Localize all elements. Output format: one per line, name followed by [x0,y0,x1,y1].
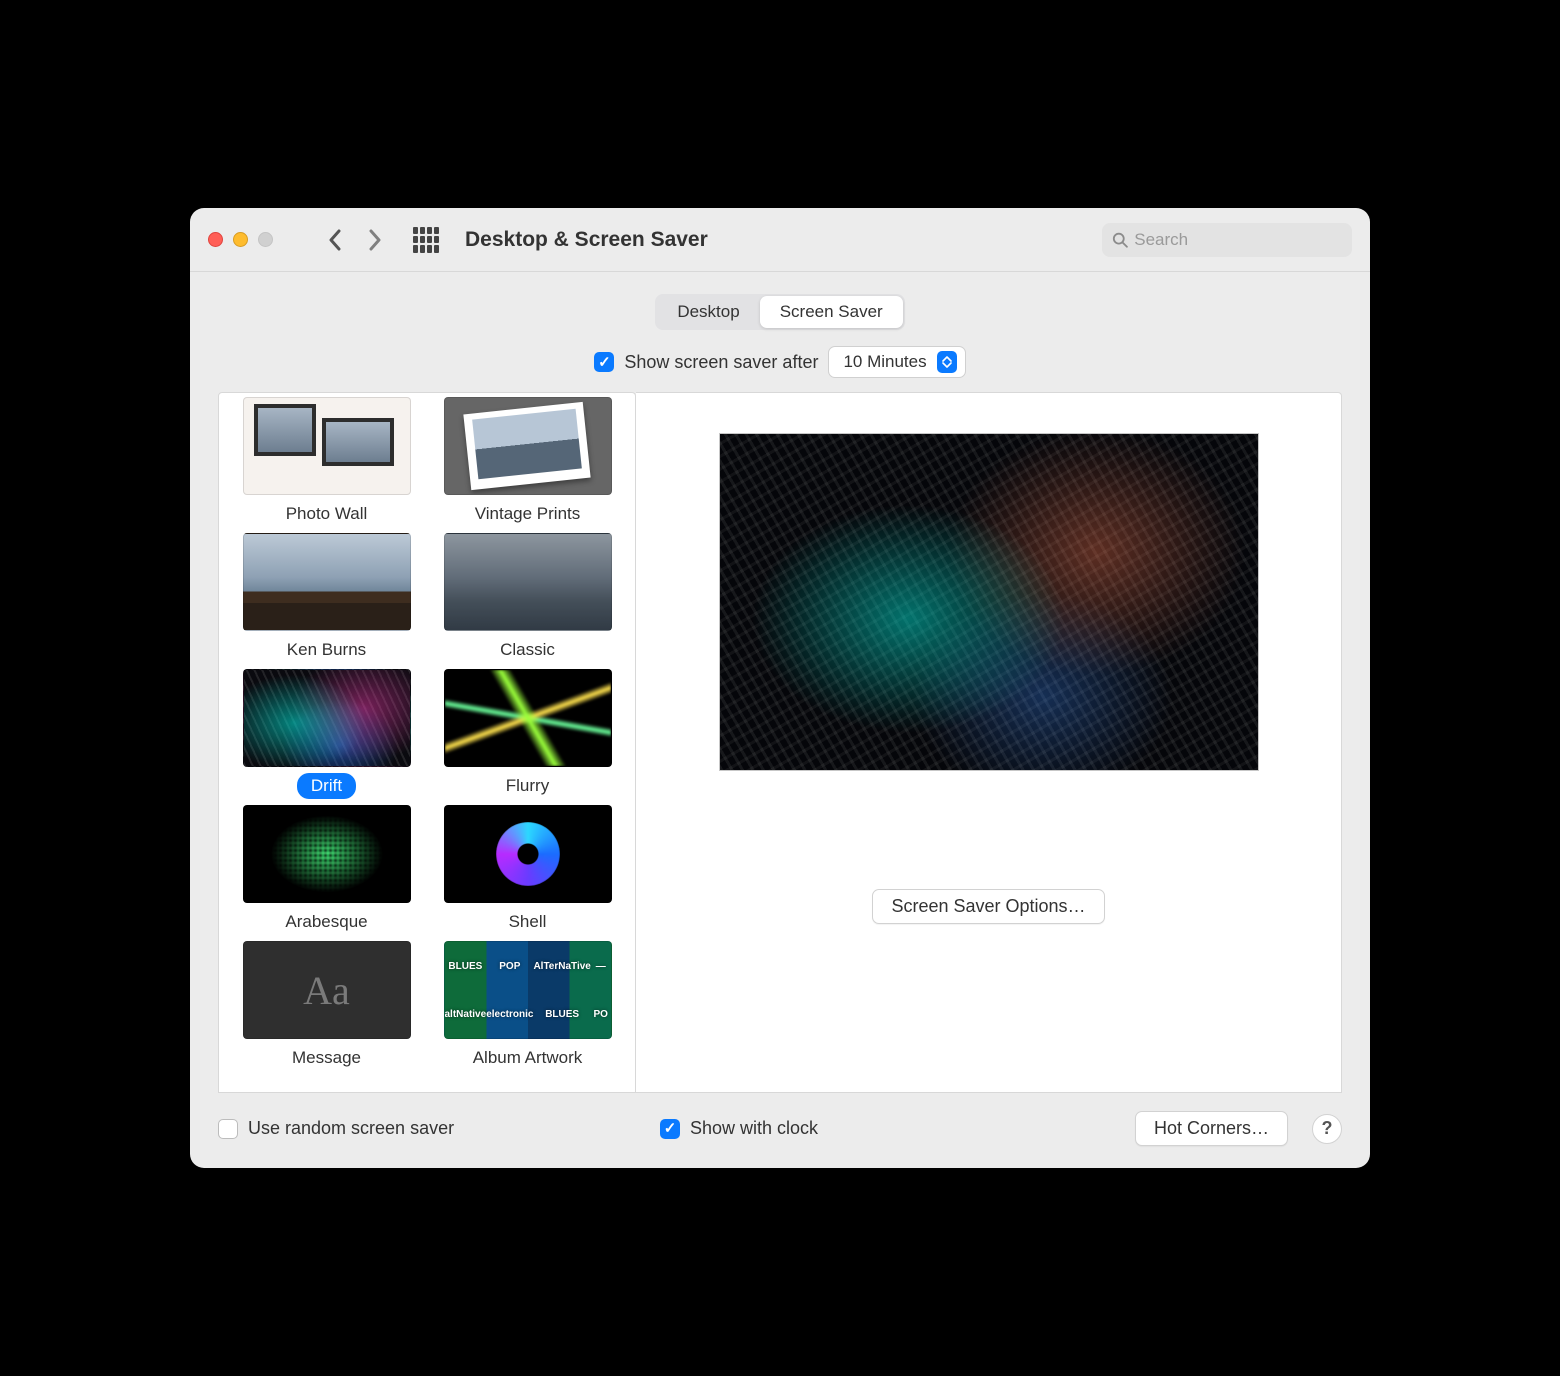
screen-saver-thumb: BLUESPOPAlTerNaTive—altNativeelectronicB… [444,941,612,1039]
tab-row: Desktop Screen Saver [190,272,1370,342]
tab-desktop[interactable]: Desktop [657,296,759,328]
search-field[interactable] [1102,223,1352,257]
screen-saver-thumb [243,805,411,903]
screen-saver-label: Drift [297,773,356,799]
window-controls [208,232,273,247]
screen-saver-options-button[interactable]: Screen Saver Options… [872,889,1104,924]
preferences-window: Desktop & Screen Saver Desktop Screen Sa… [190,208,1370,1168]
window-title: Desktop & Screen Saver [465,228,708,252]
content-area: Photo Wall Vintage Prints Ken Burns Classic… [190,392,1370,1093]
random-checkbox[interactable] [218,1119,238,1139]
minimize-icon[interactable] [233,232,248,247]
nav-buttons [315,226,395,254]
screen-saver-thumb [243,669,411,767]
screen-saver-thumb [444,397,612,495]
screen-saver-item-vintage-prints[interactable]: Vintage Prints [436,397,619,527]
tab-screen-saver[interactable]: Screen Saver [760,296,903,328]
chevron-left-icon [328,229,342,251]
screen-saver-label: Arabesque [271,909,381,935]
screen-saver-label: Ken Burns [273,637,380,663]
screen-saver-item-drift[interactable]: Drift [235,669,418,799]
search-input[interactable] [1134,230,1342,250]
show-after-checkbox[interactable] [594,352,614,372]
help-button[interactable]: ? [1312,1114,1342,1144]
screen-saver-label: Classic [486,637,569,663]
show-after-row: Show screen saver after 10 Minutes [190,342,1370,392]
screen-saver-thumb: Aa [243,941,411,1039]
screen-saver-label: Message [278,1045,375,1071]
screen-saver-list[interactable]: Photo Wall Vintage Prints Ken Burns Classic… [218,392,636,1093]
random-label: Use random screen saver [248,1118,454,1139]
preview-panel: Screen Saver Options… [636,392,1342,1093]
screen-saver-item-classic[interactable]: Classic [436,533,619,663]
show-all-icon[interactable] [413,227,439,253]
preview-image [719,433,1259,771]
screen-saver-item-album-artwork[interactable]: BLUESPOPAlTerNaTive—altNativeelectronicB… [436,941,619,1071]
hot-corners-button[interactable]: Hot Corners… [1135,1111,1288,1146]
zoom-icon [258,232,273,247]
show-after-label: Show screen saver after [624,352,818,373]
screen-saver-thumb [243,397,411,495]
screen-saver-label: Photo Wall [272,501,382,527]
screen-saver-thumb [444,805,612,903]
search-icon [1112,231,1128,249]
screen-saver-item-ken-burns[interactable]: Ken Burns [235,533,418,663]
screen-saver-label: Vintage Prints [461,501,595,527]
screen-saver-item-flurry[interactable]: Flurry [436,669,619,799]
toolbar: Desktop & Screen Saver [190,208,1370,272]
tab-segmented-control: Desktop Screen Saver [655,294,904,330]
screen-saver-label: Flurry [492,773,563,799]
chevron-right-icon [368,229,382,251]
screen-saver-label: Album Artwork [459,1045,597,1071]
screen-saver-item-message[interactable]: Aa Message [235,941,418,1071]
clock-label: Show with clock [690,1118,818,1139]
screen-saver-item-shell[interactable]: Shell [436,805,619,935]
close-icon[interactable] [208,232,223,247]
screen-saver-label: Shell [495,909,561,935]
popup-arrows-icon [937,351,957,373]
screen-saver-thumb [243,533,411,631]
show-after-popup[interactable]: 10 Minutes [828,346,965,378]
footer-bar: Use random screen saver Show with clock … [190,1093,1370,1168]
back-button[interactable] [315,226,355,254]
show-after-value: 10 Minutes [843,352,926,372]
screen-saver-thumb [444,669,612,767]
clock-checkbox[interactable] [660,1119,680,1139]
screen-saver-thumb [444,533,612,631]
screen-saver-item-arabesque[interactable]: Arabesque [235,805,418,935]
forward-button [355,226,395,254]
screen-saver-item-photo-wall[interactable]: Photo Wall [235,397,418,527]
